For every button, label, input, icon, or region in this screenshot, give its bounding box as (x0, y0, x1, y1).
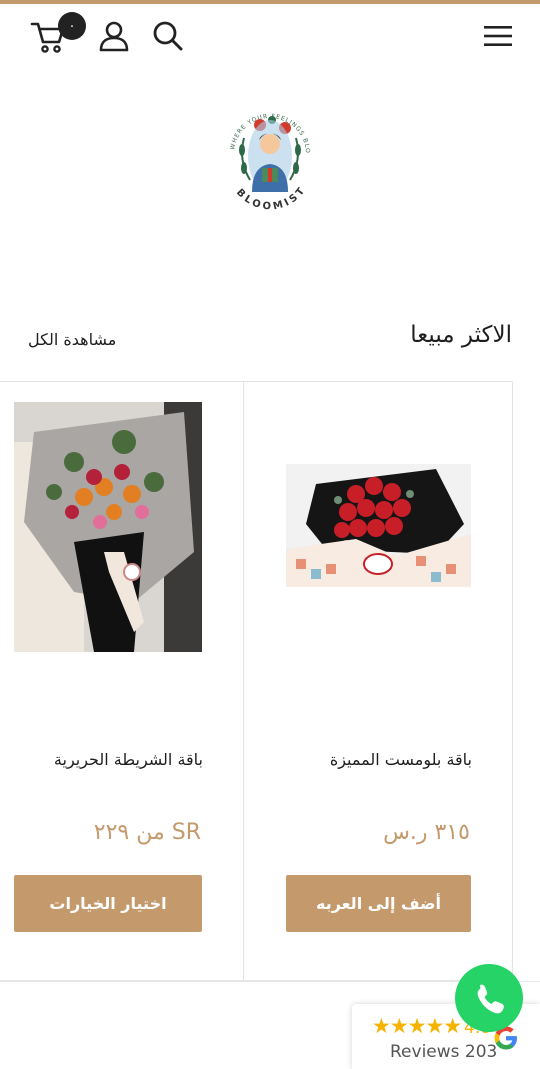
reviews-count: Reviews 203 (390, 1042, 498, 1062)
product-price: من ٢٢٩ SR (93, 820, 201, 845)
product-card[interactable]: باقة بلومست المميزة ٣١٥ ر.س أضف إلى العر… (243, 381, 513, 981)
product-image[interactable] (14, 402, 202, 652)
cart-count-badge: ٠ (58, 12, 86, 40)
hamburger-menu-icon (484, 26, 512, 46)
search-button[interactable] (148, 16, 188, 56)
rating-stars: ★★★★★ (372, 1014, 462, 1038)
choose-options-button[interactable]: اختيار الخيارات (14, 875, 202, 932)
product-price: ٣١٥ ر.س (383, 820, 470, 845)
whatsapp-phone-icon (477, 984, 504, 1014)
account-button[interactable] (94, 16, 134, 56)
add-to-cart-button[interactable]: أضف إلى العربه (286, 875, 471, 932)
user-icon (99, 21, 129, 52)
section-title: الاكثر مبيعا (410, 322, 512, 348)
product-image[interactable] (286, 464, 471, 587)
bloomist-logo[interactable]: WHERE YOUR FEELINGS BLOOM BLOOMIST (219, 93, 318, 226)
menu-button[interactable] (478, 16, 518, 56)
product-card[interactable]: باقة الشريطة الحريرية من ٢٢٩ SR اختيار ا… (0, 381, 244, 981)
logo-emblem: WHERE YOUR FEELINGS BLOOM BLOOMIST (219, 93, 310, 212)
site-header: ٠ (0, 4, 540, 68)
view-all-link[interactable]: مشاهدة الكل (28, 330, 116, 349)
whatsapp-chat-button[interactable] (455, 964, 523, 1032)
product-name[interactable]: باقة بلومست المميزة (330, 750, 472, 769)
search-icon (153, 21, 183, 51)
product-name[interactable]: باقة الشريطة الحريرية (54, 750, 203, 769)
